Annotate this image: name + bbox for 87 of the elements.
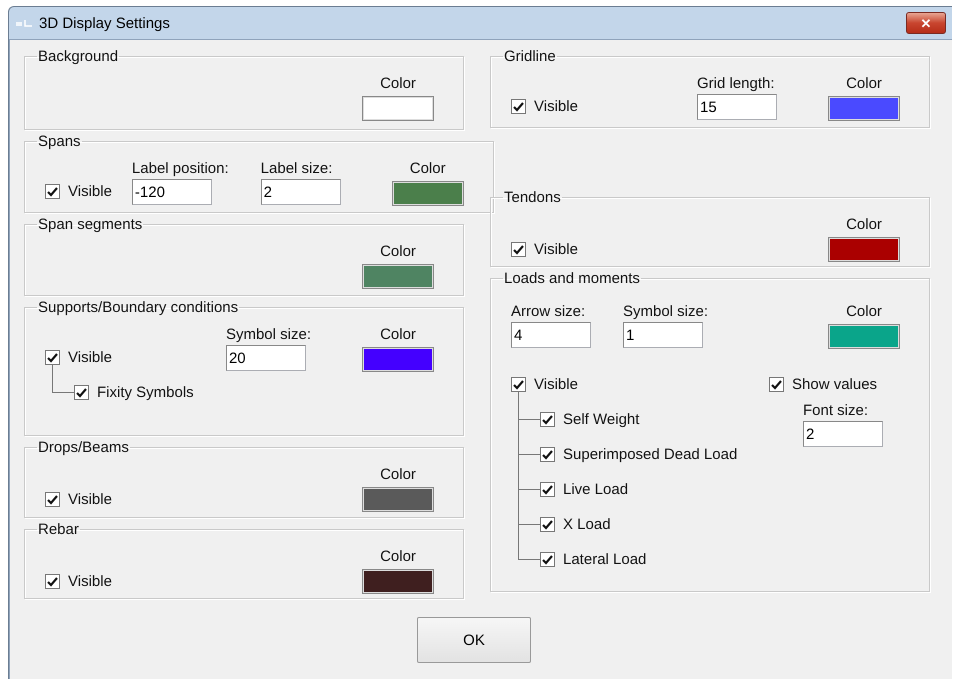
checkbox-label: Visible <box>68 349 112 366</box>
checkbox[interactable] <box>769 377 784 392</box>
checkbox-label: Visible <box>68 491 112 508</box>
color-label: Color <box>846 75 882 92</box>
checkmark-icon <box>47 352 58 362</box>
window-title: 3D Display Settings <box>39 14 171 32</box>
group-title: Tendons <box>503 189 562 206</box>
checkbox-label: Visible <box>534 98 578 115</box>
checkbox[interactable] <box>45 350 60 365</box>
checkbox-label: Self Weight <box>563 411 640 428</box>
field-label: Font size: <box>803 402 868 419</box>
checkbox[interactable] <box>511 99 526 114</box>
number-field[interactable]: 15 <box>697 94 777 120</box>
number-field[interactable]: 1 <box>623 322 703 348</box>
group-title: Span segments <box>37 216 144 233</box>
group-title: Loads and moments <box>503 270 641 287</box>
color-label: Color <box>380 243 416 260</box>
checkbox-label: Visible <box>534 241 578 258</box>
checkmark-icon <box>76 388 87 398</box>
checkmark-icon <box>47 576 58 586</box>
color-label: Color <box>410 160 446 177</box>
checkbox[interactable] <box>45 184 60 199</box>
close-button[interactable]: ✕ <box>906 12 946 34</box>
checkmark-icon <box>513 244 524 254</box>
checkbox-label: Fixity Symbols <box>97 384 194 401</box>
color-swatch[interactable] <box>362 96 434 121</box>
checkbox-label: Visible <box>68 183 112 200</box>
number-field[interactable]: -120 <box>132 179 212 205</box>
color-swatch[interactable] <box>362 487 434 512</box>
group-title: Rebar <box>37 521 80 538</box>
field-label: Arrow size: <box>511 303 586 320</box>
checkbox-label: Lateral Load <box>563 551 646 568</box>
checkmark-icon <box>542 484 553 494</box>
checkbox-label: Visible <box>68 573 112 590</box>
group-title: Spans <box>37 133 82 150</box>
checkbox-label: Superimposed Dead Load <box>563 446 738 463</box>
checkbox[interactable] <box>540 447 555 462</box>
checkbox[interactable] <box>511 377 526 392</box>
color-label: Color <box>846 216 882 233</box>
checkbox-label: X Load <box>563 516 611 533</box>
checkbox[interactable] <box>540 412 555 427</box>
field-label: Grid length: <box>697 75 775 92</box>
checkmark-icon <box>542 554 553 564</box>
checkbox[interactable] <box>511 242 526 257</box>
checkbox[interactable] <box>540 517 555 532</box>
color-label: Color <box>846 303 882 320</box>
group-title: Drops/Beams <box>37 439 130 456</box>
ok-button[interactable]: OK <box>417 617 531 663</box>
field-label: Label position: <box>132 160 229 177</box>
field-label: Label size: <box>260 160 332 177</box>
app-icon <box>15 18 33 28</box>
group-title: Background <box>37 48 120 65</box>
field-label: Symbol size: <box>623 303 708 320</box>
checkbox[interactable] <box>540 482 555 497</box>
field-label: Symbol size: <box>226 326 311 343</box>
checkmark-icon <box>542 414 553 424</box>
color-swatch[interactable] <box>828 96 900 121</box>
color-label: Color <box>380 548 416 565</box>
checkbox-label: Live Load <box>563 481 628 498</box>
color-swatch[interactable] <box>362 347 434 372</box>
color-swatch[interactable] <box>392 181 464 206</box>
number-field[interactable]: 4 <box>511 322 591 348</box>
checkmark-icon <box>771 380 782 390</box>
checkmark-icon <box>513 102 524 112</box>
color-swatch[interactable] <box>828 237 900 262</box>
checkmark-icon <box>542 450 553 460</box>
number-field[interactable]: 20 <box>226 345 306 371</box>
checkbox-label: Visible <box>534 376 578 393</box>
group-title: Gridline <box>503 48 557 65</box>
checkmark-icon <box>47 186 58 196</box>
color-swatch[interactable] <box>362 569 434 594</box>
checkbox-label: Show values <box>792 376 878 393</box>
color-label: Color <box>380 466 416 483</box>
checkmark-icon <box>513 380 524 390</box>
checkmark-icon <box>542 520 553 530</box>
color-label: Color <box>380 326 416 343</box>
checkbox[interactable] <box>45 574 60 589</box>
color-swatch[interactable] <box>362 264 434 289</box>
color-label: Color <box>380 75 416 92</box>
checkbox[interactable] <box>540 552 555 567</box>
checkmark-icon <box>47 494 58 504</box>
group-title: Supports/Boundary conditions <box>37 299 240 316</box>
number-field[interactable]: 2 <box>803 421 883 447</box>
checkbox[interactable] <box>74 385 89 400</box>
number-field[interactable]: 2 <box>260 179 341 205</box>
checkbox[interactable] <box>45 492 60 507</box>
color-swatch[interactable] <box>828 324 900 349</box>
